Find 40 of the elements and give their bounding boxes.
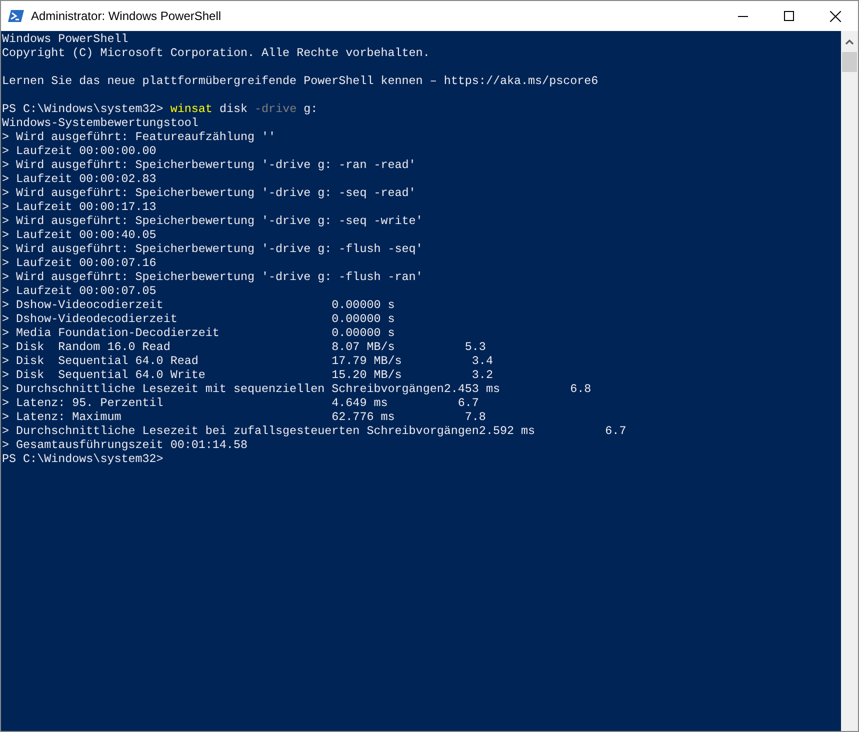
console-line: > Gesamtausführungszeit 00:01:14.58 xyxy=(2,438,248,452)
console-line: Lernen Sie das neue plattformübergreifende PowerShell kennen – https://aka.ms/pscore6 xyxy=(2,74,598,88)
console-line: Windows-Systembewertungstool xyxy=(2,116,198,130)
command-name: winsat xyxy=(170,102,212,116)
console-line: Copyright (C) Microsoft Corporation. Alle Rechte vorbehalten. xyxy=(2,46,430,60)
console-line: > Laufzeit 00:00:02.83 xyxy=(2,172,156,186)
console-line: > Laufzeit 00:00:07.16 xyxy=(2,256,156,270)
close-icon xyxy=(830,10,840,22)
scrollbar[interactable] xyxy=(841,31,858,731)
powershell-icon xyxy=(8,8,24,24)
console-line: > Latenz: 95. Perzentil 4.649 ms 6.7 xyxy=(2,396,479,410)
console-line: > Wird ausgeführt: Speicherbewertung '-drive g: -flush -seq' xyxy=(2,242,423,256)
console-line: > Durchschnittliche Lesezeit mit sequenziellen Schreibvorgängen2.453 ms 6.8 xyxy=(2,382,592,396)
prompt-text: PS C:\Windows\system32> xyxy=(2,452,164,466)
command-argument: g: xyxy=(304,102,318,116)
command-parameter: -drive xyxy=(254,102,297,116)
console-line: > Laufzeit 00:00:40.05 xyxy=(2,228,156,242)
console-line: > Wird ausgeführt: Speicherbewertung '-drive g: -seq -read' xyxy=(2,186,416,200)
console-line: > Laufzeit 00:00:00.00 xyxy=(2,144,156,158)
scroll-thumb[interactable] xyxy=(842,52,857,72)
console-line: > Disk Sequential 64.0 Read 17.79 MB/s 3.4 xyxy=(2,354,493,368)
console-line: > Wird ausgeführt: Featureaufzählung '' xyxy=(2,130,276,144)
maximize-icon xyxy=(784,11,794,21)
console-line: > Dshow-Videodecodierzeit 0.00000 s xyxy=(2,312,395,326)
console-line: Windows PowerShell xyxy=(2,32,128,46)
console-line: > Wird ausgeführt: Speicherbewertung '-drive g: -flush -ran' xyxy=(2,270,423,284)
prompt-text: PS C:\Windows\system32> xyxy=(2,102,164,116)
command-argument: disk xyxy=(219,102,248,116)
window-title: Administrator: Windows PowerShell xyxy=(31,9,222,23)
console-line: > Media Foundation-Decodierzeit 0.00000 s xyxy=(2,326,395,340)
console-line: > Durchschnittliche Lesezeit bei zufallsgesteuerten Schreibvorgängen2.592 ms 6.7 xyxy=(2,424,626,438)
console-line: > Disk Sequential 64.0 Write 15.20 MB/s 3.2 xyxy=(2,368,493,382)
scroll-up-icon[interactable] xyxy=(845,39,854,45)
console-line: > Disk Random 16.0 Read 8.07 MB/s 5.3 xyxy=(2,340,486,354)
console-line: > Laufzeit 00:00:17.13 xyxy=(2,200,156,214)
console-line: > Wird ausgeführt: Speicherbewertung '-drive g: -ran -read' xyxy=(2,158,416,172)
console-line: > Dshow-Videocodierzeit 0.00000 s xyxy=(2,298,395,312)
console-line: > Wird ausgeführt: Speicherbewertung '-drive g: -seq -write' xyxy=(2,214,423,228)
console-line: > Laufzeit 00:00:07.05 xyxy=(2,284,156,298)
console-line: > Latenz: Maximum 62.776 ms 7.8 xyxy=(2,410,486,424)
